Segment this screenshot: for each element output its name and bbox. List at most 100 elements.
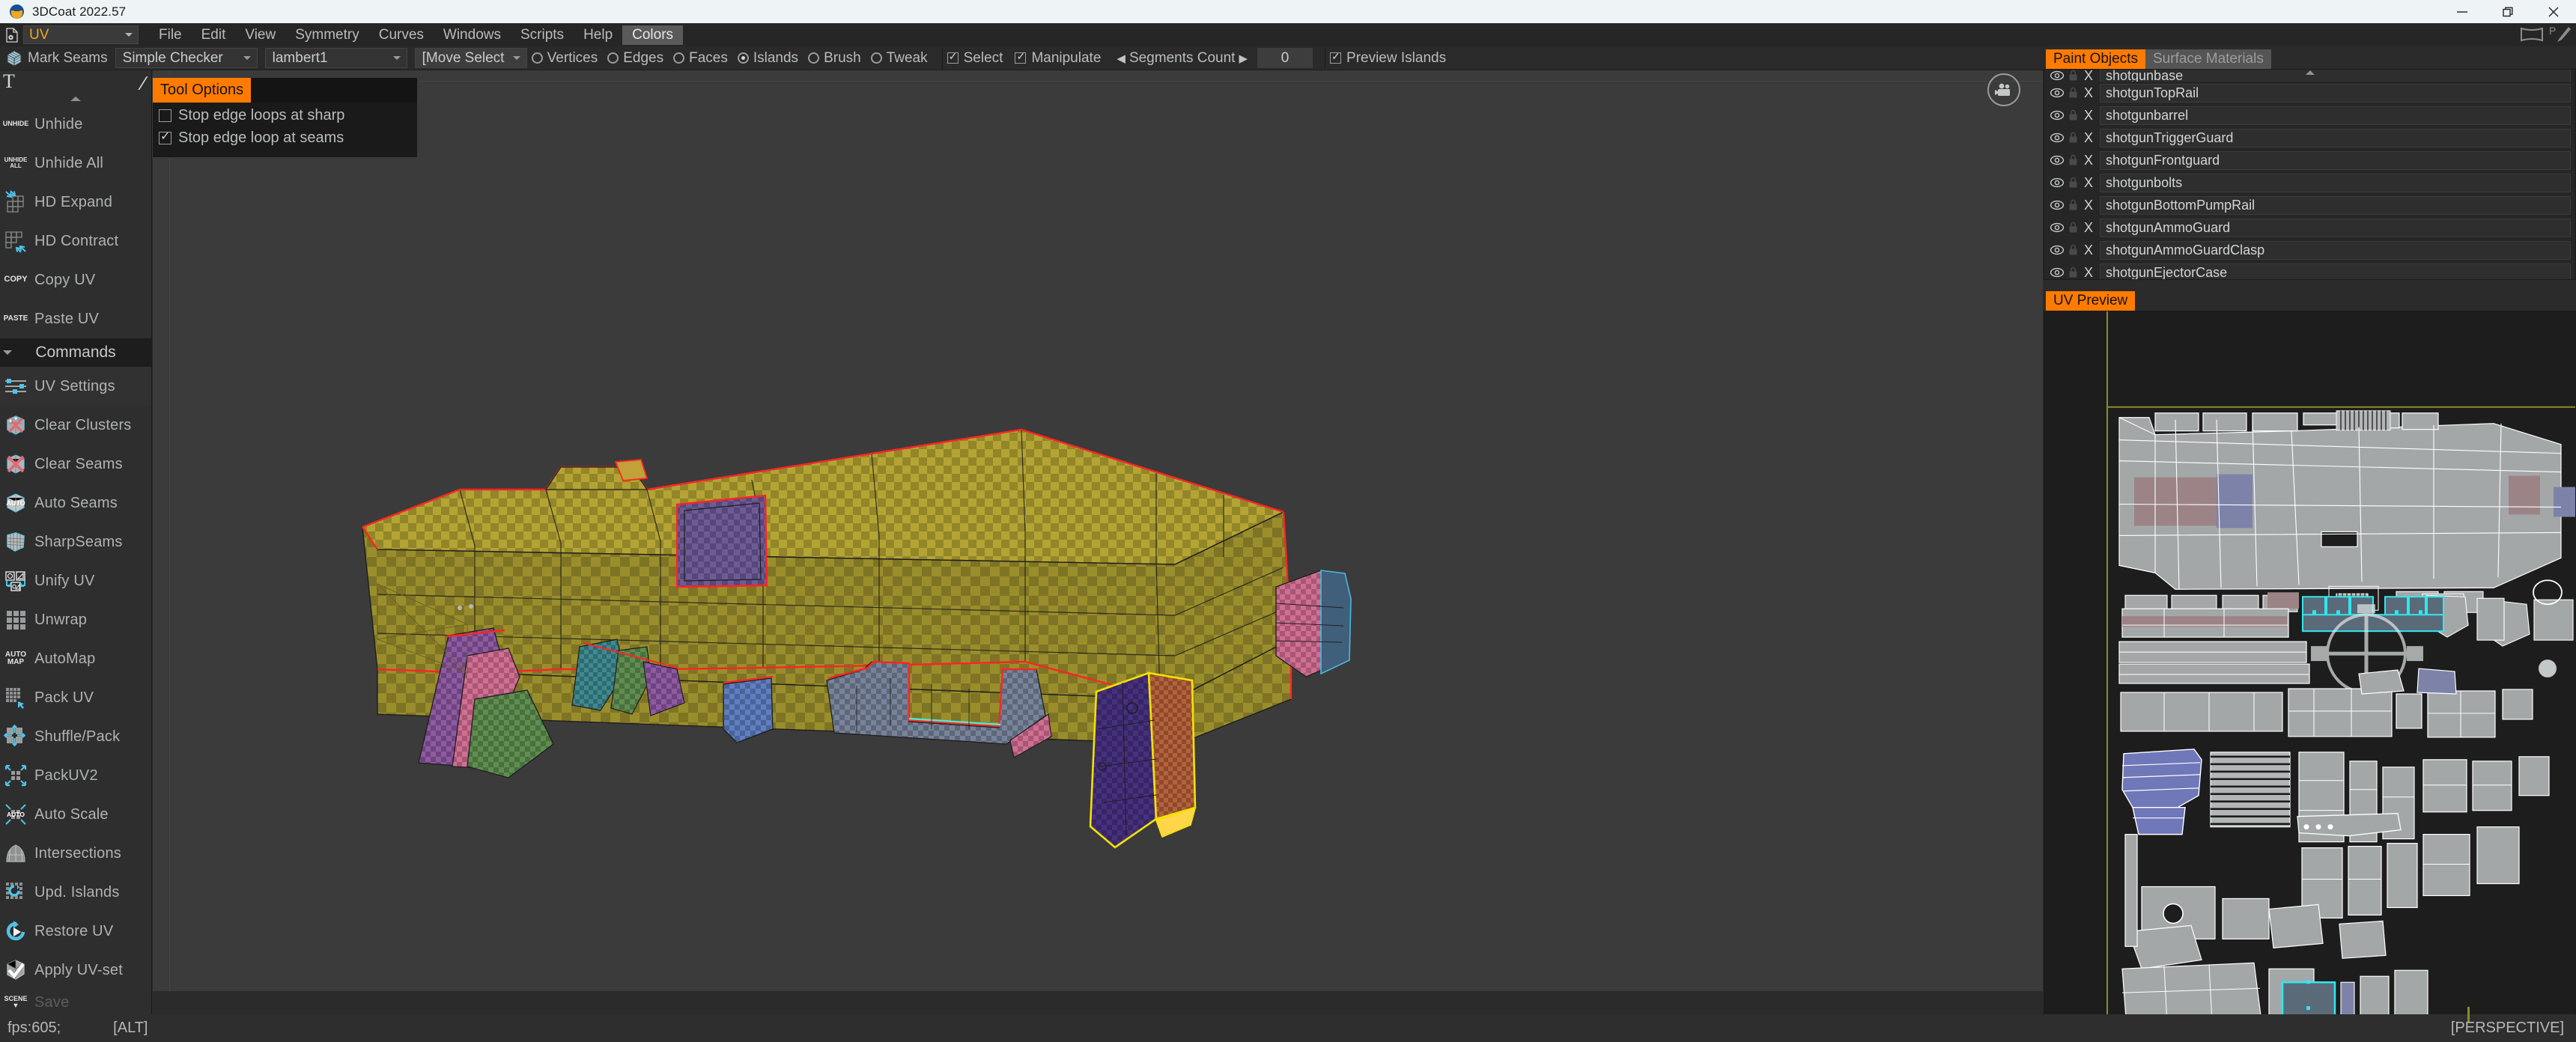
- material-selector[interactable]: lambert1: [264, 48, 407, 68]
- delete-object-button[interactable]: X: [2080, 265, 2097, 280]
- menu-item-colors[interactable]: Colors: [622, 25, 684, 45]
- scroll-up-icon[interactable]: [2305, 70, 2315, 75]
- 3d-viewport[interactable]: [153, 70, 2043, 991]
- minimize-icon[interactable]: [2439, 0, 2485, 23]
- command-packuv2[interactable]: PackUV2: [0, 756, 151, 795]
- restore-icon[interactable]: [2485, 0, 2530, 23]
- section-header-commands[interactable]: Commands: [0, 338, 151, 367]
- arrow-left-icon[interactable]: ◀: [1113, 52, 1129, 65]
- object-name-field[interactable]: shotgunbarrel: [2100, 106, 2571, 125]
- command-clear-seams[interactable]: Clear Seams: [0, 445, 151, 484]
- table-row[interactable]: X shotgunbarrel: [2044, 104, 2575, 127]
- table-row[interactable]: X shotgunAmmoGuardClasp: [2044, 239, 2575, 261]
- eye-visible-icon[interactable]: [2049, 197, 2065, 213]
- checkbox-manipulate[interactable]: Manipulate: [1015, 50, 1101, 65]
- object-name-field[interactable]: shotgunFrontguard: [2100, 150, 2571, 170]
- command-clear-clusters[interactable]: Clear Clusters: [0, 406, 151, 445]
- delete-object-button[interactable]: X: [2080, 85, 2097, 101]
- delete-object-button[interactable]: X: [2080, 220, 2097, 236]
- command-shuffle-pack[interactable]: Shuffle/Pack: [0, 717, 151, 756]
- command-auto-seams[interactable]: AUTO Auto Seams: [0, 484, 151, 522]
- menu-item-windows[interactable]: Windows: [434, 25, 511, 45]
- tool-hd-contract[interactable]: HD Contract: [0, 222, 151, 260]
- delete-object-button[interactable]: X: [2080, 153, 2097, 168]
- lock-icon[interactable]: [2065, 130, 2080, 146]
- eye-visible-icon[interactable]: [2049, 85, 2065, 101]
- command-update-islands[interactable]: Upd. Islands: [0, 873, 151, 912]
- object-name-field[interactable]: shotgunTriggerGuard: [2100, 128, 2571, 147]
- menu-item-symmetry[interactable]: Symmetry: [285, 25, 369, 45]
- eye-visible-icon[interactable]: [2049, 107, 2065, 124]
- tool-hd-expand[interactable]: HD Expand: [0, 183, 151, 222]
- command-apply-uvset[interactable]: Apply UV-set: [0, 951, 151, 990]
- table-row[interactable]: X shotgunEjectorCase: [2044, 261, 2575, 280]
- option-stop-edge-loops-at-sharp[interactable]: Stop edge loops at sharp: [159, 104, 417, 127]
- segments-count-spinner[interactable]: ◀ Segments Count ▶ 0: [1113, 48, 1313, 68]
- lock-icon[interactable]: [2065, 174, 2080, 191]
- command-unwrap[interactable]: Unwrap: [0, 600, 151, 639]
- lock-icon[interactable]: [2065, 152, 2080, 168]
- table-row[interactable]: X shotgunFrontguard: [2044, 149, 2575, 171]
- table-row[interactable]: X shotgunAmmoGuard: [2044, 216, 2575, 239]
- tool-copy-uv[interactable]: COPY Copy UV: [0, 260, 151, 299]
- delete-object-button[interactable]: X: [2080, 198, 2097, 213]
- menu-item-file[interactable]: File: [149, 25, 192, 45]
- tab-surface-materials[interactable]: Surface Materials: [2145, 49, 2271, 69]
- eye-visible-icon[interactable]: [2049, 70, 2065, 82]
- document-gear-icon[interactable]: [3, 26, 21, 44]
- eye-visible-icon[interactable]: [2049, 152, 2065, 168]
- delete-object-button[interactable]: X: [2080, 108, 2097, 124]
- uv-layout-map[interactable]: [2044, 311, 2575, 1042]
- object-name-field[interactable]: shotgunAmmoGuard: [2100, 218, 2571, 237]
- object-name-field[interactable]: shotgunEjectorCase: [2100, 263, 2571, 279]
- menu-item-curves[interactable]: Curves: [369, 25, 434, 45]
- delete-object-button[interactable]: X: [2080, 70, 2097, 82]
- lock-icon[interactable]: [2065, 197, 2080, 213]
- command-auto-scale[interactable]: AUTO Auto Scale: [0, 795, 151, 834]
- command-pack-uv[interactable]: Pack UV: [0, 678, 151, 717]
- object-name-field[interactable]: shotgunbase: [2100, 70, 2571, 82]
- eye-visible-icon[interactable]: [2049, 219, 2065, 236]
- lock-icon[interactable]: [2065, 242, 2080, 258]
- lock-icon[interactable]: [2065, 85, 2080, 101]
- lock-icon[interactable]: [2065, 219, 2080, 236]
- radio-tweak[interactable]: Tweak: [870, 51, 928, 65]
- segments-count-value[interactable]: 0: [1257, 48, 1313, 68]
- arrow-right-icon[interactable]: ▶: [1235, 52, 1251, 65]
- tab-uv-preview[interactable]: UV Preview: [2046, 291, 2136, 311]
- eye-visible-icon[interactable]: [2049, 242, 2065, 258]
- close-icon[interactable]: [2530, 0, 2576, 23]
- lock-icon[interactable]: [2065, 107, 2080, 124]
- eye-visible-icon[interactable]: [2049, 264, 2065, 279]
- move-mode-selector[interactable]: [Move Select: [414, 48, 527, 68]
- eye-visible-icon[interactable]: [2049, 174, 2065, 191]
- menu-item-scripts[interactable]: Scripts: [511, 25, 574, 45]
- checkbox-select[interactable]: Select: [947, 50, 1003, 65]
- table-row[interactable]: X shotgunTopRail: [2044, 82, 2575, 104]
- command-unify-uv[interactable]: Unify UV: [0, 561, 151, 600]
- option-stop-edge-loop-at-seams[interactable]: Stop edge loop at seams: [159, 127, 417, 149]
- eye-visible-icon[interactable]: [2049, 130, 2065, 146]
- paint-objects-list[interactable]: X shotgunbase X shotgunTopRail X shotgun…: [2044, 69, 2576, 280]
- lock-icon[interactable]: [2065, 264, 2080, 279]
- radio-islands[interactable]: Islands: [737, 51, 798, 65]
- radio-edges[interactable]: Edges: [607, 51, 663, 65]
- radio-brush[interactable]: Brush: [808, 51, 861, 65]
- paint-brush-icon[interactable]: P: [2549, 25, 2572, 47]
- command-automap[interactable]: AUTO MAP AutoMap: [0, 639, 151, 678]
- checker-texture-selector[interactable]: Simple Checker: [115, 48, 258, 68]
- radio-vertices[interactable]: Vertices: [531, 51, 598, 65]
- uv-preview-panel[interactable]: [2044, 311, 2576, 1042]
- table-row[interactable]: X shotgunBottomPumpRail: [2044, 194, 2575, 216]
- delete-object-button[interactable]: X: [2080, 175, 2097, 191]
- room-selector[interactable]: UV: [23, 25, 139, 44]
- lock-icon[interactable]: [2065, 70, 2080, 82]
- chevron-up-icon[interactable]: [0, 93, 151, 105]
- radio-faces[interactable]: Faces: [673, 51, 728, 65]
- camera-icon[interactable]: [1987, 73, 2020, 106]
- checkbox-preview-islands[interactable]: Preview Islands: [1330, 50, 1446, 65]
- object-name-field[interactable]: shotgunbolts: [2100, 173, 2571, 192]
- delete-object-button[interactable]: X: [2080, 243, 2097, 258]
- command-save[interactable]: SCENE ▼ Save: [0, 990, 151, 1014]
- object-name-field[interactable]: shotgunBottomPumpRail: [2100, 195, 2571, 215]
